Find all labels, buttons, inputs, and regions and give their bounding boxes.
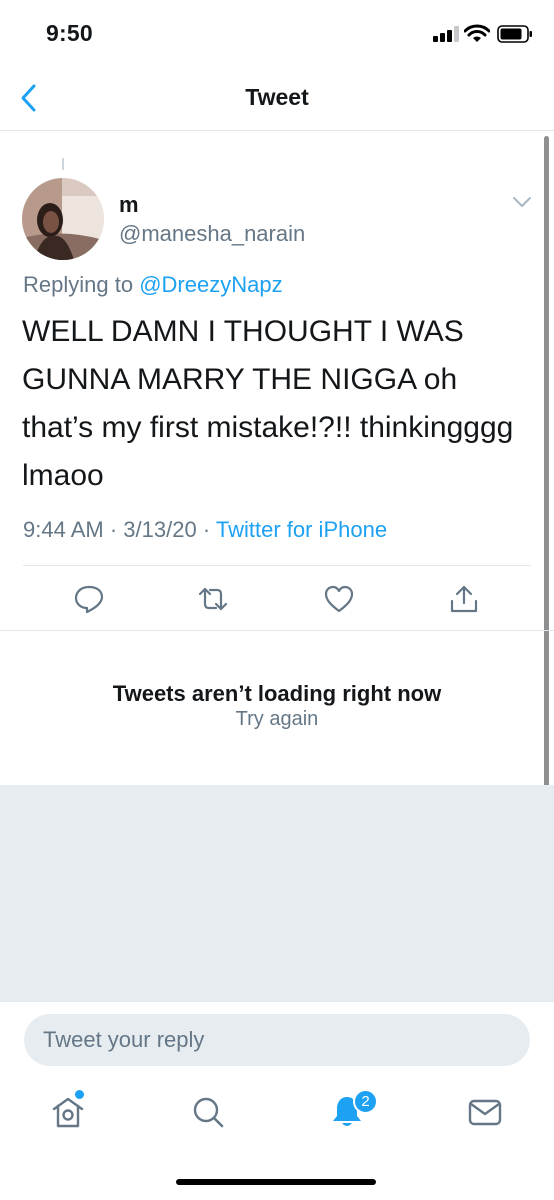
tweet-source[interactable]: Twitter for iPhone bbox=[216, 517, 387, 542]
share-icon[interactable] bbox=[448, 584, 480, 614]
wifi-icon bbox=[464, 24, 490, 42]
avatar[interactable] bbox=[22, 178, 104, 260]
status-time: 9:50 bbox=[46, 20, 93, 46]
tweet-text: WELL DAMN I THOUGHT I WAS GUNNA MARRY TH… bbox=[22, 315, 514, 492]
home-indicator[interactable] bbox=[176, 1179, 376, 1185]
cellular-signal-icon bbox=[433, 26, 459, 42]
avatar-photo bbox=[22, 178, 104, 260]
messages-icon[interactable] bbox=[465, 1092, 505, 1132]
replying-to: Replying to @DreezyNapz bbox=[23, 272, 283, 298]
replying-to-label: Replying to bbox=[23, 272, 134, 297]
reply-composer bbox=[0, 1001, 554, 1077]
empty-area bbox=[0, 785, 554, 1001]
reply-input[interactable] bbox=[24, 1014, 530, 1066]
search-icon[interactable] bbox=[188, 1092, 228, 1132]
try-again-button[interactable]: Try again bbox=[0, 708, 554, 731]
battery-icon bbox=[497, 25, 532, 43]
meta-separator: · bbox=[202, 517, 211, 542]
like-icon[interactable] bbox=[323, 584, 355, 614]
page-title: Tweet bbox=[245, 84, 309, 110]
tweet-meta: 9:44 AM · 3/13/20 · Twitter for iPhone bbox=[23, 517, 387, 543]
tweet-time: 9:44 AM bbox=[23, 517, 104, 542]
caret-down-icon[interactable] bbox=[512, 195, 532, 209]
nav-header: Tweet bbox=[0, 66, 554, 131]
tweet-date: 3/13/20 bbox=[123, 517, 197, 542]
reply-icon[interactable] bbox=[73, 584, 105, 614]
meta-separator: · bbox=[109, 517, 118, 542]
replies-error-title: Tweets aren’t loading right now bbox=[112, 681, 442, 706]
status-bar: 9:50 bbox=[0, 0, 554, 66]
divider bbox=[0, 630, 554, 631]
display-name[interactable]: m bbox=[119, 192, 139, 218]
replying-to-handle[interactable]: @DreezyNapz bbox=[139, 272, 282, 297]
retweet-icon[interactable] bbox=[197, 584, 229, 614]
notification-count-badge: 2 bbox=[353, 1089, 378, 1114]
home-unread-dot bbox=[75, 1090, 84, 1099]
tweet-actions bbox=[0, 566, 554, 630]
user-handle[interactable]: @manesha_narain bbox=[119, 221, 305, 247]
thread-line bbox=[62, 158, 64, 170]
